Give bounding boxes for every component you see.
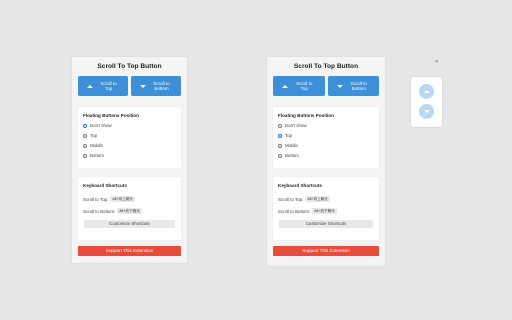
- radio-label: Don't show: [285, 123, 307, 128]
- arrow-up-icon: [423, 90, 430, 93]
- floating-scroll-up-button[interactable]: [419, 84, 434, 99]
- scroll-to-bottom-label: Scroll to Bottom: [350, 81, 367, 91]
- radio-label: Middle: [285, 143, 298, 148]
- radio-middle[interactable]: Middle: [278, 143, 298, 148]
- radio-icon: [278, 123, 282, 128]
- shortcut-key: Alt+向上箭头: [110, 196, 135, 202]
- shortcut-label: Scroll to Bottom:: [278, 208, 311, 214]
- shortcut-key: Alt+向下箭头: [117, 208, 142, 214]
- radio-dont-show[interactable]: Don't show: [83, 123, 112, 128]
- radio-dont-show[interactable]: Don't show: [278, 123, 307, 128]
- shortcut-row-top: Scroll to Top: Alt+向上箭头: [278, 196, 330, 202]
- shortcut-label: Scroll to Top:: [83, 196, 109, 202]
- radio-icon: [83, 143, 87, 148]
- radio-label: Bottom: [90, 153, 104, 158]
- shortcut-label: Scroll to Bottom:: [83, 208, 116, 214]
- shortcut-label: Scroll to Top:: [278, 196, 304, 202]
- scroll-button-row: Scroll to Top Scroll to Bottom: [273, 76, 379, 96]
- popup-panel-right: Scroll To Top Button Scroll to Top Scrol…: [267, 57, 385, 266]
- support-extension-button[interactable]: Support This Extension: [273, 246, 379, 256]
- position-title: Floating Buttons Position: [83, 113, 139, 118]
- shortcuts-title: Keyboard Shortcuts: [278, 183, 322, 188]
- scroll-to-top-label: Scroll to Top: [296, 81, 313, 91]
- radio-label: Top: [285, 133, 293, 138]
- scroll-to-top-button[interactable]: Scroll to Top: [273, 76, 325, 96]
- radio-icon-checked: [83, 123, 87, 128]
- customize-shortcuts-button[interactable]: Customize Shortcuts: [84, 220, 175, 228]
- radio-icon: [83, 153, 87, 158]
- radio-label: Bottom: [285, 153, 299, 158]
- radio-icon: [83, 133, 87, 138]
- position-card: Floating Buttons Position Don't show Top…: [78, 107, 181, 168]
- position-title: Floating Buttons Position: [278, 113, 334, 118]
- collapse-icon[interactable]: »: [435, 59, 438, 65]
- shortcut-row-top: Scroll to Top: Alt+向上箭头: [83, 196, 135, 202]
- shortcut-row-bottom: Scroll to Bottom: Alt+向下箭头: [83, 208, 142, 214]
- radio-label: Middle: [90, 143, 103, 148]
- shortcut-key: Alt+向上箭头: [305, 196, 330, 202]
- radio-top[interactable]: Top: [278, 133, 292, 138]
- popup-title: Scroll To Top Button: [293, 63, 359, 70]
- radio-bottom[interactable]: Bottom: [278, 153, 299, 158]
- radio-middle[interactable]: Middle: [83, 143, 103, 148]
- floating-scroll-down-button[interactable]: [419, 104, 434, 119]
- shortcut-row-bottom: Scroll to Bottom: Alt+向下箭头: [278, 208, 337, 214]
- customize-shortcuts-button[interactable]: Customize Shortcuts: [279, 220, 373, 228]
- shortcut-key: Alt+向下箭头: [312, 208, 337, 214]
- arrow-up-icon: [86, 84, 93, 88]
- arrow-down-icon: [336, 84, 343, 88]
- popup-title: Scroll To Top Button: [97, 63, 162, 70]
- radio-icon-checked: [278, 133, 282, 138]
- arrow-down-icon: [139, 84, 146, 88]
- arrow-up-icon: [282, 84, 289, 88]
- scroll-button-row: Scroll to Top Scroll to Bottom: [78, 76, 181, 96]
- scroll-to-top-button[interactable]: Scroll to Top: [78, 76, 128, 96]
- radio-label: Top: [90, 133, 98, 138]
- floating-scroll-buttons: [411, 77, 442, 127]
- scroll-to-top-label: Scroll to Top: [100, 81, 117, 91]
- shortcuts-card: Keyboard Shortcuts Scroll to Top: Alt+向上…: [273, 177, 379, 240]
- radio-top[interactable]: Top: [83, 133, 97, 138]
- shortcuts-card: Keyboard Shortcuts Scroll to Top: Alt+向上…: [78, 177, 181, 240]
- support-extension-button[interactable]: Support This Extension: [78, 246, 181, 256]
- arrow-down-icon: [423, 110, 430, 113]
- scroll-to-bottom-label: Scroll to Bottom: [153, 81, 170, 91]
- shortcuts-title: Keyboard Shortcuts: [83, 183, 127, 188]
- radio-bottom[interactable]: Bottom: [83, 153, 104, 158]
- radio-icon: [278, 143, 282, 148]
- position-card: Floating Buttons Position Don't show Top…: [273, 107, 379, 168]
- scroll-to-bottom-button[interactable]: Scroll to Bottom: [131, 76, 181, 96]
- popup-panel-left: Scroll To Top Button Scroll to Top Scrol…: [72, 57, 187, 263]
- scroll-to-bottom-button[interactable]: Scroll to Bottom: [327, 76, 379, 96]
- radio-label: Don't show: [90, 123, 112, 128]
- radio-icon: [278, 153, 282, 158]
